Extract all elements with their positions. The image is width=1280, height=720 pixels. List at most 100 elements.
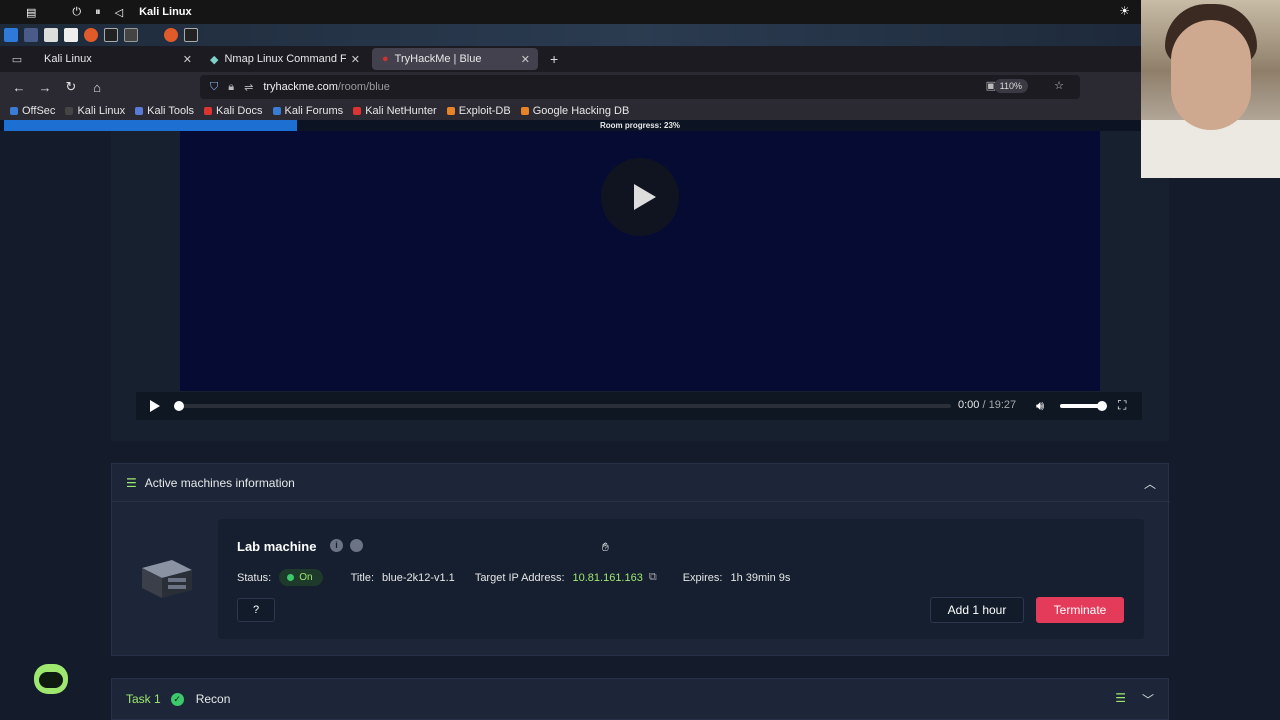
home-icon[interactable]: ⌂ xyxy=(84,80,110,95)
workspace-icon[interactable] xyxy=(24,28,38,42)
bookmark-label: Kali Forums xyxy=(284,105,344,117)
bookmark-star-icon[interactable]: ☆ xyxy=(1054,79,1064,92)
server-stack-icon[interactable]: ☰ xyxy=(1115,691,1126,708)
firefox-icon[interactable] xyxy=(84,28,98,42)
tab-tryhackme-blue[interactable]: ● TryHackMe | Blue ✕ xyxy=(372,48,538,70)
add-hour-button[interactable]: Add 1 hour xyxy=(930,597,1024,623)
active-machines-header[interactable]: ☰ Active machines information ︿ xyxy=(112,464,1170,502)
bookmark-icon xyxy=(272,107,281,115)
bookmark-icon xyxy=(65,107,74,115)
window-icon[interactable] xyxy=(124,28,138,42)
webcam-overlay xyxy=(1141,0,1280,178)
volume-handle[interactable] xyxy=(1097,401,1107,411)
active-machines-panel: ☰ Active machines information ︿ Lab mach… xyxy=(111,463,1170,656)
machine-details-row: Status: On Title: blue-2k12-v1.1 Target … xyxy=(237,569,790,586)
close-icon[interactable]: ✕ xyxy=(351,53,360,66)
terminal-icon[interactable] xyxy=(104,28,118,42)
volume-icon[interactable]: 🔊︎ xyxy=(1036,398,1044,414)
info-icon[interactable]: i xyxy=(330,539,343,552)
back-arrow-icon[interactable]: ← xyxy=(6,80,32,95)
title-value: blue-2k12-v1.1 xyxy=(382,571,455,584)
os-window-title: Kali Linux xyxy=(139,6,192,18)
close-icon[interactable]: ✕ xyxy=(521,53,530,66)
play-icon[interactable] xyxy=(150,400,160,412)
fullscreen-icon[interactable]: ⛶ xyxy=(1118,398,1126,413)
forward-arrow-icon[interactable]: → xyxy=(32,80,58,95)
tab-nmap[interactable]: ◆ Nmap Linux Command For ✕ xyxy=(200,48,368,70)
tab-kali-linux[interactable]: Kali Linux ✕ xyxy=(34,48,200,70)
bookmark-label: OffSec xyxy=(22,105,56,117)
browser-navbar: ← → ↻ ⌂ ⛉ 🔒︎ ⇌ tryhackme.com/room/blue ▣… xyxy=(0,72,1280,102)
pause-icon[interactable]: ⏸ xyxy=(95,6,101,19)
seek-bar[interactable] xyxy=(176,404,951,408)
back-triangle-icon[interactable]: ◁ xyxy=(115,6,123,19)
bookmark-exploit-db[interactable]: Exploit-DB xyxy=(446,105,511,117)
mouse-cursor-icon: ✋︎ xyxy=(602,540,609,554)
terminal-window-icon[interactable] xyxy=(184,28,198,42)
bookmark-kali-forums[interactable]: Kali Forums xyxy=(272,105,344,117)
tryhackme-mascot-icon[interactable] xyxy=(34,664,68,694)
page-settings-icon[interactable]: ⇌ xyxy=(244,81,253,94)
url-path: /room/blue xyxy=(337,81,390,93)
reload-icon[interactable]: ↻ xyxy=(58,79,84,95)
shield-icon[interactable]: ⛉ xyxy=(210,81,218,94)
os-panel-icons: ▤ ⏻ ⏸ ◁ xyxy=(26,6,123,19)
menu-icon[interactable]: ▤ xyxy=(26,6,36,19)
url-host: tryhackme.com xyxy=(263,81,338,93)
bookmark-icon xyxy=(353,107,362,115)
close-icon[interactable]: ✕ xyxy=(183,53,192,66)
help-button[interactable]: ? xyxy=(237,598,275,622)
play-overlay-button[interactable] xyxy=(601,158,679,236)
tab-overview-icon[interactable]: ▭ xyxy=(0,53,34,66)
brightness-icon[interactable]: ☀ xyxy=(1119,4,1130,18)
new-tab-button[interactable]: + xyxy=(550,51,558,67)
screen: ▤ ⏻ ⏸ ◁ Kali Linux ☀ ▭ Kali Linux ✕ ◆ Nm… xyxy=(0,0,1280,720)
tab-label: Kali Linux xyxy=(44,53,92,65)
status-dot-icon xyxy=(287,574,295,581)
bookmark-kali-tools[interactable]: Kali Tools xyxy=(135,105,194,117)
bookmark-kali-linux[interactable]: Kali Linux xyxy=(65,105,125,117)
mascot-face xyxy=(39,672,63,688)
lock-icon[interactable]: 🔒︎ xyxy=(228,81,234,94)
bookmark-offsec[interactable]: OffSec xyxy=(10,105,55,117)
ip-value[interactable]: 10.81.161.163 xyxy=(573,572,643,584)
lab-machine-card: Lab machine i Status: On Title: blue-2k1… xyxy=(218,519,1144,639)
current-time: 0:00 xyxy=(958,399,980,411)
copy-icon[interactable]: ⧉ xyxy=(649,571,657,584)
server-stack-icon: ☰ xyxy=(126,475,137,490)
globe-icon[interactable] xyxy=(350,539,363,552)
kali-menu-icon[interactable] xyxy=(4,28,18,42)
terminate-button[interactable]: Terminate xyxy=(1036,597,1124,623)
firefox-window-icon[interactable] xyxy=(164,28,178,42)
files-icon[interactable] xyxy=(44,28,58,42)
lab-machine-title: Lab machine xyxy=(237,539,317,554)
bookmark-label: Kali Tools xyxy=(147,105,195,117)
bookmark-google-hacking-db[interactable]: Google Hacking DB xyxy=(520,105,629,117)
tab-favicon-icon: ◆ xyxy=(210,53,219,66)
chevron-up-icon[interactable]: ︿ xyxy=(1144,475,1156,492)
expires-label: Expires: xyxy=(682,571,723,584)
task-number: Task 1 xyxy=(126,692,161,706)
power-icon[interactable]: ⏻ xyxy=(72,6,81,19)
room-progress-bar: Room progress: 23% xyxy=(0,120,1280,131)
url-bar[interactable]: ⛉ 🔒︎ ⇌ tryhackme.com/room/blue ▣ 110% ☆ xyxy=(200,75,1080,99)
active-machines-title: Active machines information xyxy=(144,475,295,490)
zoom-level[interactable]: 110% xyxy=(993,79,1028,93)
bookmark-icon xyxy=(135,107,144,115)
bookmark-kali-nethunter[interactable]: Kali NetHunter xyxy=(353,105,437,117)
task-row[interactable]: Task 1 ✓ Recon ☰ ﹀ xyxy=(111,678,1169,720)
task-name: Recon xyxy=(195,692,231,706)
chevron-down-icon[interactable]: ﹀ xyxy=(1142,691,1154,708)
taskbar xyxy=(0,24,1280,46)
bookmark-label: Kali Docs xyxy=(216,105,263,117)
duration: / 19:27 xyxy=(982,399,1017,411)
tab-label: TryHackMe | Blue xyxy=(394,53,482,65)
status-badge: On xyxy=(279,569,323,586)
seek-handle[interactable] xyxy=(174,401,184,411)
server-icon xyxy=(142,560,192,598)
document-icon[interactable] xyxy=(64,28,78,42)
bookmark-icon xyxy=(446,107,455,115)
bookmark-kali-docs[interactable]: Kali Docs xyxy=(204,105,263,117)
status-label: Status: xyxy=(237,571,272,584)
check-icon: ✓ xyxy=(170,692,184,706)
